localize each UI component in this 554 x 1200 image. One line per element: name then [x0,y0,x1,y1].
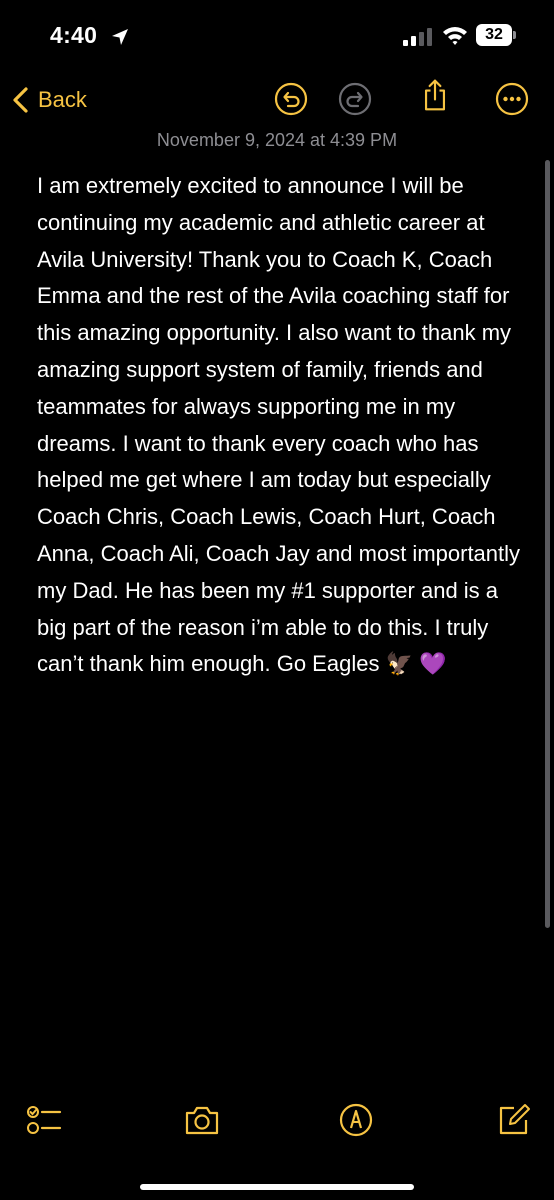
home-indicator[interactable] [140,1184,414,1190]
note-date: November 9, 2024 at 4:39 PM [156,130,398,150]
undo-icon[interactable] [274,82,308,116]
compose-icon[interactable] [496,1103,532,1137]
note-body[interactable]: I am extremely excited to announce I wil… [37,168,527,683]
cellular-signal-icon [403,28,432,46]
location-arrow-icon [112,29,128,45]
battery-level: 32 [476,24,512,46]
checklist-icon[interactable] [26,1103,62,1137]
battery-tip [513,31,516,39]
wifi-icon [443,27,467,45]
scroll-indicator[interactable] [545,160,550,928]
battery-icon: 32 [476,24,516,46]
camera-icon[interactable] [184,1103,220,1137]
nav-bar: Back [0,72,554,128]
share-icon[interactable] [418,78,452,112]
more-icon[interactable] [495,82,529,116]
status-bar: 4:40 32 [0,0,554,72]
markup-icon[interactable] [338,1103,374,1137]
back-label: Back [38,87,87,112]
status-time: 4:40 [50,22,98,48]
redo-icon[interactable] [338,82,372,116]
bottom-toolbar [0,1095,554,1155]
back-button[interactable]: Back [10,82,87,118]
chevron-left-icon [13,87,28,113]
